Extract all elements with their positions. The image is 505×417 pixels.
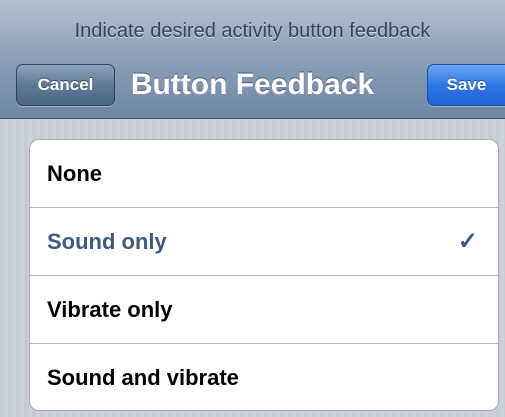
feedback-options-list: None Sound only ✓ Vibrate only Sound and…: [29, 139, 499, 411]
option-label: Sound only: [47, 228, 167, 254]
option-label: Sound and vibrate: [47, 365, 239, 390]
nav-prompt: Indicate desired activity button feedbac…: [74, 20, 431, 42]
save-button[interactable]: Save: [427, 64, 505, 106]
option-vibrate-only[interactable]: Vibrate only: [30, 276, 498, 344]
option-sound-and-vibrate[interactable]: Sound and vibrate: [30, 344, 498, 410]
option-none[interactable]: None: [30, 140, 498, 208]
option-label: Vibrate only: [47, 296, 173, 322]
check-icon: ✓: [457, 228, 478, 255]
option-sound-only[interactable]: Sound only ✓: [30, 208, 498, 276]
option-label: None: [47, 160, 102, 186]
navigation-bar: Indicate desired activity button feedbac…: [0, 0, 505, 119]
